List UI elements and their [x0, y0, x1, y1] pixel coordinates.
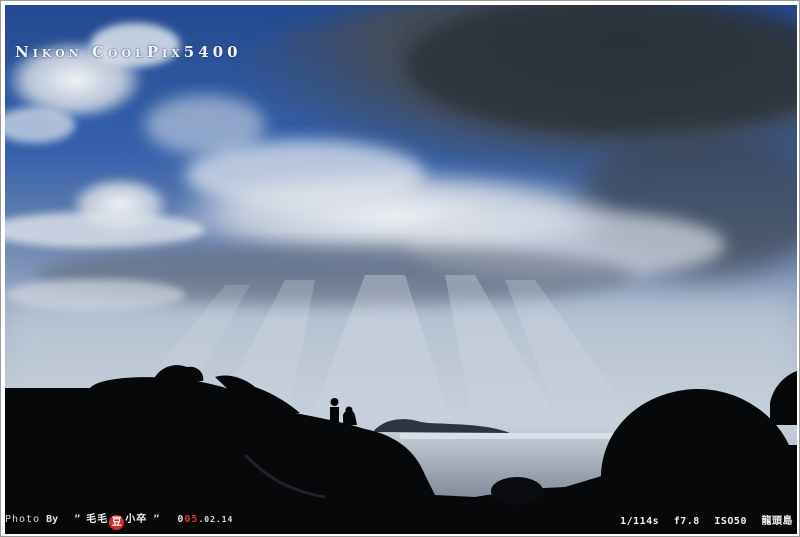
- author-name-part1: 毛毛: [86, 514, 109, 525]
- author-badge: 豆: [109, 515, 125, 530]
- quote-open: ”: [74, 514, 81, 525]
- credit-by: By: [46, 514, 59, 525]
- date-year: 05: [184, 514, 199, 525]
- exif-shutter: 1/114s: [620, 516, 660, 527]
- date-rest: .02.14: [198, 515, 234, 524]
- author-name-part2: 小卒: [125, 514, 148, 525]
- landscape-photo: Nikon CoolPix5400: [5, 5, 797, 534]
- exif-location: 龍頭島: [761, 516, 793, 527]
- exif-aperture: f7.8: [673, 516, 700, 527]
- quote-close: ”: [153, 514, 160, 525]
- exif-info: 1/114s f7.8 ISO50 龍頭島: [612, 517, 793, 527]
- camera-model-label: Nikon CoolPix5400: [15, 43, 242, 61]
- photo-frame: Nikon CoolPix5400 Photo By ” 毛毛豆小卒 ” 005…: [0, 0, 800, 537]
- exif-iso: ISO50: [714, 516, 747, 527]
- photo-credit: Photo By ” 毛毛豆小卒 ” 005.02.14: [5, 515, 233, 530]
- credit-label: Photo: [5, 514, 41, 525]
- photo-date: 005.02.14: [177, 514, 233, 525]
- photo-scene: [5, 5, 797, 534]
